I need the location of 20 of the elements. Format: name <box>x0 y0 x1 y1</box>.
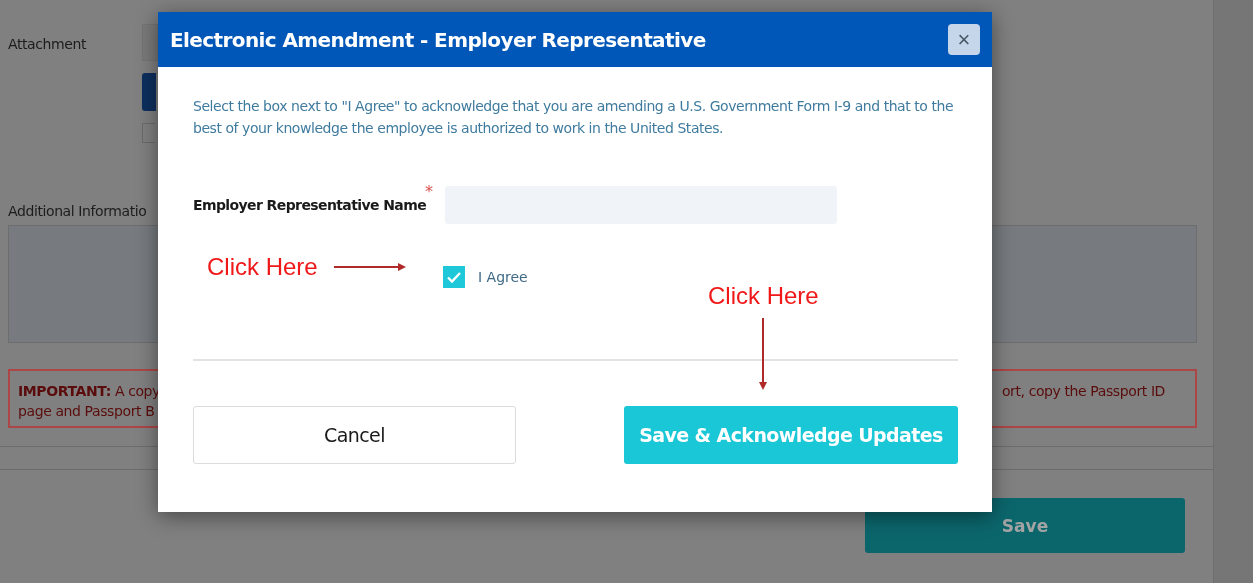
required-mark: * <box>425 182 434 201</box>
arrow-icon <box>333 262 406 272</box>
checkbox-label: I Agree <box>478 269 528 285</box>
field-label: Attachment <box>8 36 87 52</box>
dialog-title: Electronic Amendment - Employer Representative <box>170 27 706 52</box>
file-field[interactable] <box>142 24 159 61</box>
warning-text: ort, copy the Passport ID <box>1001 382 1165 401</box>
annotation-text: Click Here <box>207 253 318 281</box>
cancel-button[interactable]: Cancel <box>193 406 516 464</box>
check-icon <box>447 271 461 283</box>
field-label: Employer Representative Name <box>193 197 428 213</box>
checkbox[interactable] <box>443 266 465 288</box>
save-button[interactable]: Save <box>865 498 1185 553</box>
annotation-text: Click Here <box>708 282 819 310</box>
arrow-icon <box>758 318 769 390</box>
field-label: Additional Informatio <box>8 203 147 219</box>
checkbox[interactable] <box>142 123 156 143</box>
instructions-text: Select the box next to "I Agree" to acknowledge that you are amending a U.S. Government Form I-9 and that to the best of your knowledge the employee is authorized to work in the United States. <box>193 97 955 138</box>
close-button[interactable]: × <box>948 24 980 55</box>
upload-button[interactable] <box>142 73 157 111</box>
